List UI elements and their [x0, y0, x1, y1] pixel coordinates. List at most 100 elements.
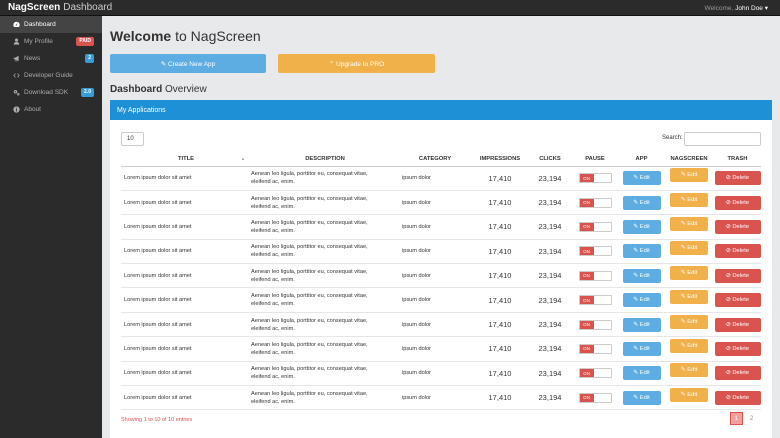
column-header-title[interactable]: TITLE: [121, 152, 251, 167]
column-header-description[interactable]: DESCRIPTION: [251, 152, 399, 167]
pause-toggle[interactable]: ON: [578, 392, 612, 403]
page-button-1[interactable]: 1: [730, 412, 743, 425]
pause-toggle[interactable]: ON: [578, 319, 612, 330]
app-impressions-cell: 17,410: [471, 287, 529, 313]
pause-toggle[interactable]: ON: [578, 221, 612, 232]
delete-button[interactable]: ⊘ Delete: [714, 244, 761, 259]
app-clicks-cell: 23,194: [529, 336, 571, 362]
toggle-on-label: ON: [579, 271, 594, 280]
page-title: Welcome to NagScreen: [110, 28, 261, 44]
column-header-category[interactable]: CATEGORY: [399, 152, 471, 167]
delete-button[interactable]: ⊘ Delete: [714, 268, 761, 283]
delete-button[interactable]: ⊘ Delete: [714, 293, 761, 308]
nagscreen-edit-cell: ✎ Edit: [664, 214, 714, 240]
search-input[interactable]: [684, 132, 761, 146]
section-title-bold: Dashboard: [110, 84, 163, 95]
delete-button[interactable]: ⊘ Delete: [714, 219, 761, 234]
app-description-cell: Aenean leo ligula, porttitor eu, consequ…: [251, 361, 399, 387]
pause-toggle[interactable]: ON: [578, 368, 612, 379]
sidebar-item-my-profile[interactable]: My Profile PAID: [0, 33, 102, 50]
column-header-app[interactable]: APP: [619, 152, 664, 167]
edit-nagscreen-button[interactable]: ✎ Edit: [670, 290, 708, 305]
edit-app-button[interactable]: ✎ Edit: [622, 341, 661, 356]
pause-toggle[interactable]: ON: [578, 197, 612, 208]
edit-app-button[interactable]: ✎ Edit: [622, 293, 661, 308]
delete-button[interactable]: ⊘ Delete: [714, 317, 761, 332]
page-button-2[interactable]: 2: [745, 412, 758, 425]
toggle-on-label: ON: [579, 296, 594, 305]
edit-nagscreen-button[interactable]: ✎ Edit: [670, 314, 708, 329]
app-title-cell: Lorem ipsum dolor sit amet: [121, 361, 251, 387]
sidebar-item-label: Download SDK: [24, 89, 69, 96]
edit-app-button[interactable]: ✎ Edit: [622, 268, 661, 283]
nagscreen-edit-cell: ✎ Edit: [664, 263, 714, 289]
column-header-nagscreen[interactable]: NAGSCREEN: [664, 152, 714, 167]
column-header-pause[interactable]: PAUSE: [571, 152, 619, 167]
pause-toggle[interactable]: ON: [578, 270, 612, 281]
trash-cell: ⊘ Delete: [714, 190, 761, 216]
app-category-cell: ipsum dolor: [399, 239, 471, 265]
pause-toggle[interactable]: ON: [578, 246, 612, 257]
edit-app-button[interactable]: ✎ Edit: [622, 390, 661, 405]
delete-button[interactable]: ⊘ Delete: [714, 390, 761, 405]
app-title-cell: Lorem ipsum dolor sit amet: [121, 239, 251, 265]
app-title-cell: Lorem ipsum dolor sit amet: [121, 190, 251, 216]
description-line-2: eleifend ac, enim.: [251, 325, 295, 332]
pause-cell: ON: [571, 385, 619, 411]
welcome-text: Welcome, John Doe ▾: [705, 4, 769, 12]
pause-toggle[interactable]: ON: [578, 343, 612, 354]
nagscreen-edit-cell: ✎ Edit: [664, 239, 714, 265]
toggle-on-label: ON: [579, 247, 594, 256]
applications-panel: My Applications 10 Search: TITLE DESCRIP…: [110, 100, 772, 438]
description-line-2: eleifend ac, enim.: [251, 252, 295, 259]
delete-button[interactable]: ⊘ Delete: [714, 341, 761, 356]
pause-toggle[interactable]: ON: [578, 295, 612, 306]
column-header-impressions[interactable]: IMPRESSIONS: [471, 152, 529, 167]
app-edit-cell: ✎ Edit: [619, 166, 664, 191]
edit-app-button[interactable]: ✎ Edit: [622, 244, 661, 259]
sidebar-item-developer-guide[interactable]: Developer Guide: [0, 67, 102, 84]
app-clicks-cell: 23,194: [529, 287, 571, 313]
user-menu[interactable]: John Doe ▾: [735, 5, 768, 12]
sidebar-item-news[interactable]: News 2: [0, 50, 102, 67]
sidebar-item-download-sdk[interactable]: Download SDK 2.0: [0, 84, 102, 101]
pause-cell: ON: [571, 263, 619, 289]
app-category-cell: ipsum dolor: [399, 336, 471, 362]
trash-cell: ⊘ Delete: [714, 166, 761, 191]
app-edit-cell: ✎ Edit: [619, 361, 664, 387]
megaphone-icon: [11, 54, 21, 64]
edit-app-button[interactable]: ✎ Edit: [622, 171, 661, 186]
edit-app-button[interactable]: ✎ Edit: [622, 219, 661, 234]
sidebar-item-dashboard[interactable]: Dashboard: [0, 16, 102, 33]
edit-app-button[interactable]: ✎ Edit: [622, 317, 661, 332]
edit-nagscreen-button[interactable]: ✎ Edit: [670, 363, 708, 378]
column-header-trash[interactable]: TRASH: [714, 152, 761, 167]
description-line-2: eleifend ac, enim.: [251, 179, 295, 186]
toggle-on-label: ON: [579, 222, 594, 231]
delete-button[interactable]: ⊘ Delete: [714, 366, 761, 381]
app-description-cell: Aenean leo ligula, porttitor eu, consequ…: [251, 239, 399, 265]
edit-nagscreen-button[interactable]: ✎ Edit: [670, 241, 708, 256]
edit-nagscreen-button[interactable]: ✎ Edit: [670, 192, 708, 207]
create-new-app-button[interactable]: ✎ Create New App: [110, 54, 266, 73]
page-length-select[interactable]: 10: [121, 132, 144, 146]
pause-toggle[interactable]: ON: [578, 173, 612, 184]
app-category-cell: ipsum dolor: [399, 263, 471, 289]
delete-button[interactable]: ⊘ Delete: [714, 171, 761, 186]
column-header-clicks[interactable]: CLICKS: [529, 152, 571, 167]
delete-button[interactable]: ⊘ Delete: [714, 195, 761, 210]
edit-nagscreen-button[interactable]: ✎ Edit: [670, 338, 708, 353]
edit-app-button[interactable]: ✎ Edit: [622, 366, 661, 381]
edit-nagscreen-button[interactable]: ✎ Edit: [670, 265, 708, 280]
brand-logo[interactable]: NagScreen Dashboard: [8, 2, 112, 13]
edit-nagscreen-button[interactable]: ✎ Edit: [670, 168, 708, 183]
description-line-1: Aenean leo ligula, porttitor eu, consequ…: [251, 293, 368, 300]
upgrade-to-pro-button[interactable]: ⌃ Upgrade to PRO: [278, 54, 435, 73]
nagscreen-edit-cell: ✎ Edit: [664, 361, 714, 387]
edit-nagscreen-button[interactable]: ✎ Edit: [670, 216, 708, 231]
sidebar-item-about[interactable]: About: [0, 101, 102, 118]
pause-cell: ON: [571, 312, 619, 338]
edit-nagscreen-button[interactable]: ✎ Edit: [670, 387, 708, 402]
app-impressions-cell: 17,410: [471, 190, 529, 216]
edit-app-button[interactable]: ✎ Edit: [622, 195, 661, 210]
